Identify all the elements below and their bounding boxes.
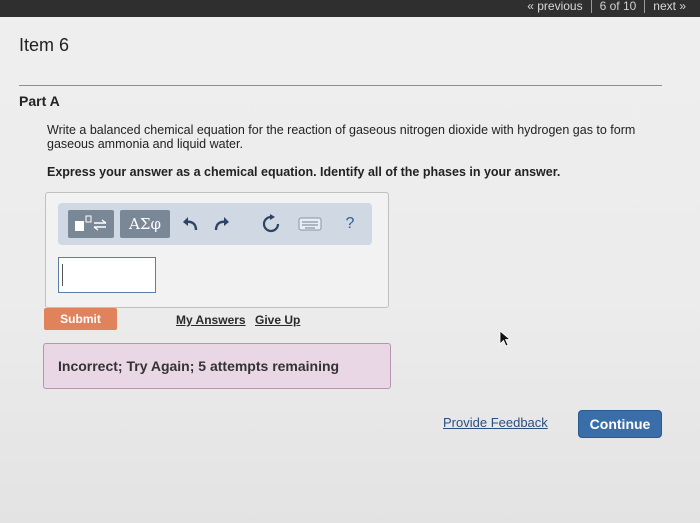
templates-button[interactable] bbox=[68, 210, 114, 238]
redo-button[interactable] bbox=[208, 212, 234, 236]
question-text: Write a balanced chemical equation for t… bbox=[47, 123, 636, 151]
top-navigation-bar: « previous 6 of 10 next » bbox=[0, 0, 700, 17]
instruction-text: Express your answer as a chemical equati… bbox=[47, 165, 561, 179]
provide-feedback-link[interactable]: Provide Feedback bbox=[443, 415, 548, 430]
text-caret bbox=[62, 264, 63, 286]
equation-toolbar: ΑΣφ ? bbox=[58, 203, 372, 245]
help-icon: ? bbox=[345, 215, 355, 232]
undo-button[interactable] bbox=[178, 212, 204, 236]
divider bbox=[19, 85, 662, 86]
mouse-cursor-icon bbox=[499, 330, 512, 347]
undo-icon bbox=[183, 217, 198, 231]
next-link[interactable]: next » bbox=[653, 0, 700, 13]
feedback-text: Incorrect; Try Again; 5 attempts remaini… bbox=[58, 358, 340, 374]
answer-area: ΑΣφ ? bbox=[45, 192, 389, 308]
item-page: Item 6 Part A Write a balanced chemical … bbox=[0, 17, 700, 523]
part-title: Part A bbox=[19, 93, 60, 109]
give-up-link[interactable]: Give Up bbox=[255, 313, 300, 327]
feedback-message: Incorrect; Try Again; 5 attempts remaini… bbox=[43, 343, 391, 389]
help-button[interactable]: ? bbox=[338, 212, 362, 236]
continue-button[interactable]: Continue bbox=[578, 410, 662, 438]
answer-input[interactable] bbox=[58, 257, 156, 293]
reset-icon bbox=[262, 214, 280, 233]
redo-icon bbox=[214, 217, 229, 231]
item-title: Item 6 bbox=[19, 35, 70, 55]
templates-icon bbox=[75, 215, 107, 231]
keyboard-icon bbox=[298, 217, 322, 231]
pager-divider bbox=[644, 0, 646, 13]
symbols-label: ΑΣφ bbox=[129, 215, 161, 233]
keyboard-button[interactable] bbox=[296, 212, 324, 236]
submit-button[interactable]: Submit bbox=[44, 308, 117, 330]
pager: « previous 6 of 10 next » bbox=[527, 0, 700, 15]
symbols-button[interactable]: ΑΣφ bbox=[120, 210, 170, 238]
pager-divider bbox=[590, 0, 592, 13]
reset-button[interactable] bbox=[258, 212, 284, 236]
my-answers-link[interactable]: My Answers bbox=[176, 313, 246, 327]
previous-link[interactable]: « previous bbox=[527, 0, 582, 13]
page-count: 6 of 10 bbox=[599, 0, 637, 13]
